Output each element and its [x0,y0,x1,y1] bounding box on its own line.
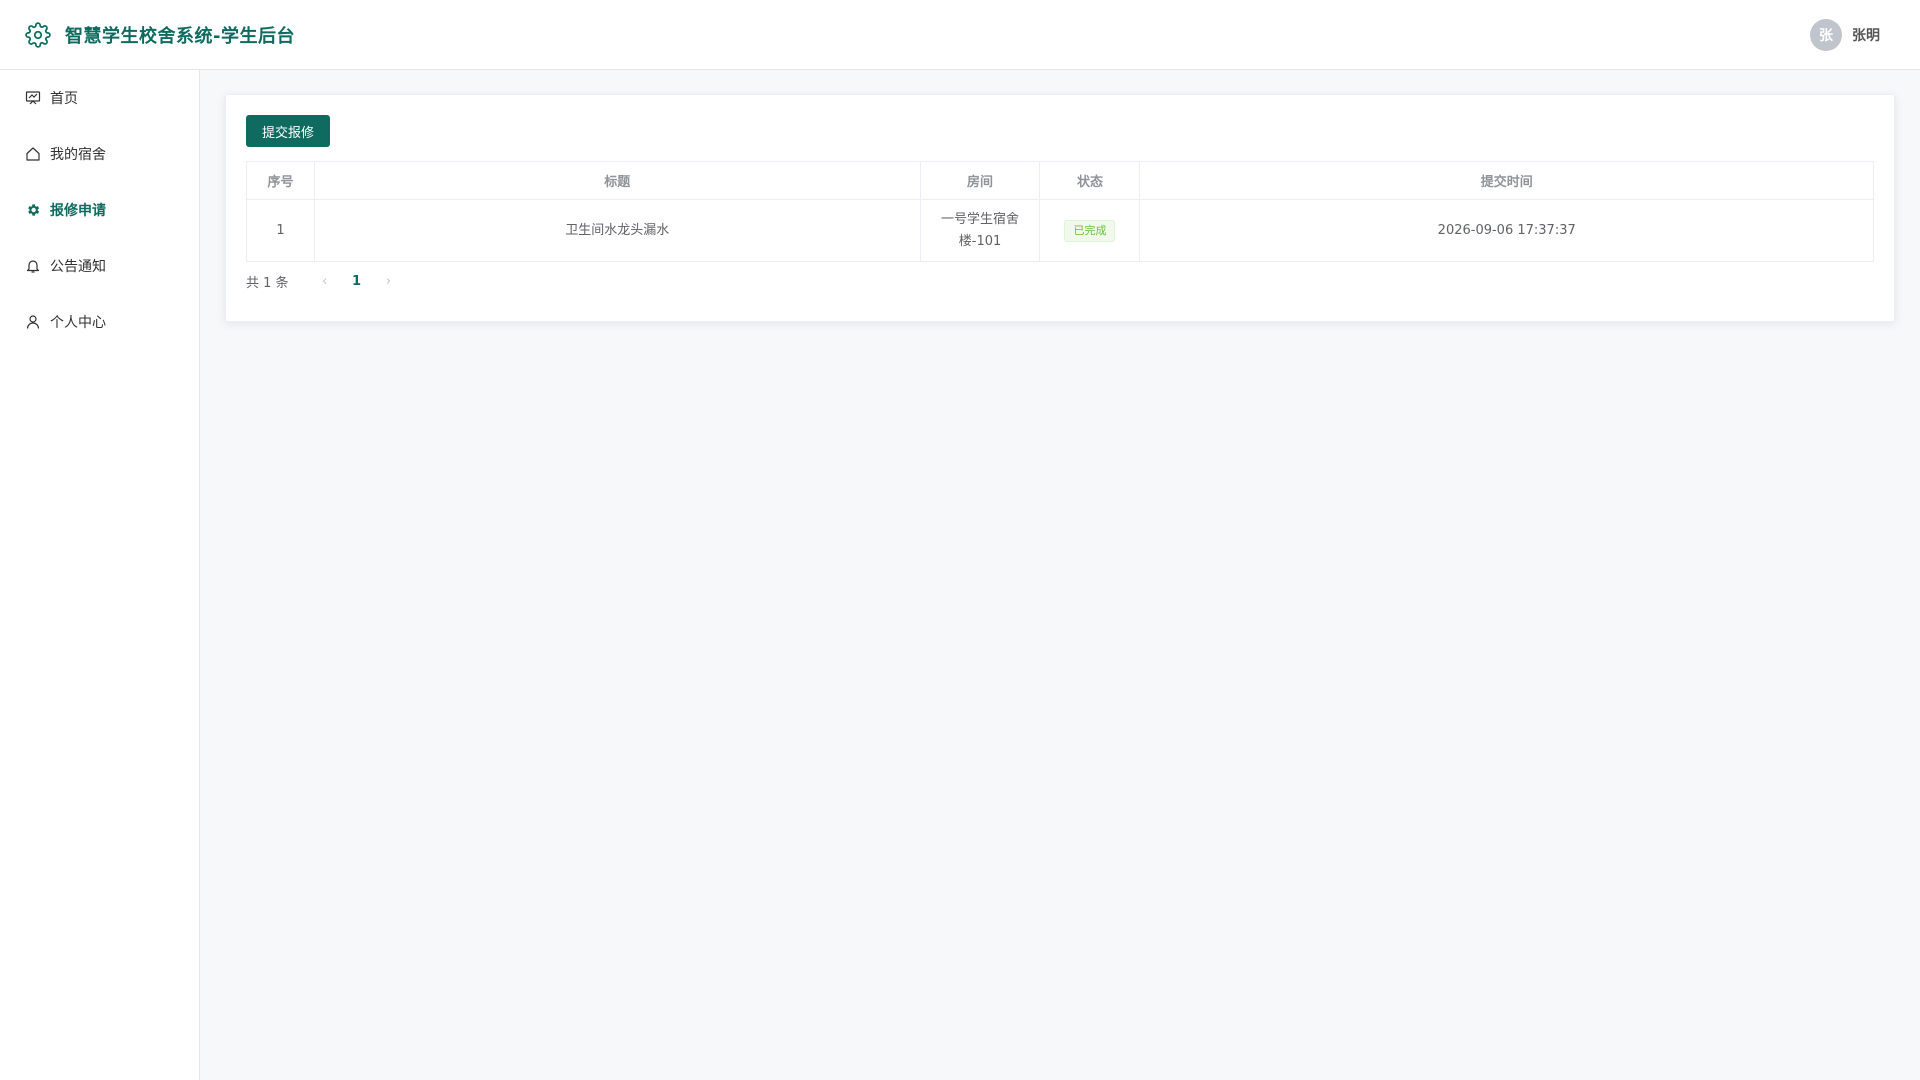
cell-index: 1 [246,199,315,262]
gear-icon [25,21,51,48]
pagination-total: 共 1 条 [246,276,289,291]
main-content: 提交报修 序号 标题 房间 状态 提交时间 1 卫生间水龙头漏水 一号学生宿舍 … [200,70,1920,1080]
bell-icon [24,257,42,275]
username[interactable]: 张明 [1852,25,1880,45]
submit-repair-button[interactable]: 提交报修 [246,115,331,147]
page-number[interactable]: 1 [341,274,373,289]
app-title: 智慧学生校舍系统-学生后台 [65,25,295,47]
sidebar-item-label: 个人中心 [50,315,106,331]
cell-time: 2026-09-06 17:37:37 [1139,199,1874,262]
table-header-row: 序号 标题 房间 状态 提交时间 [246,161,1874,200]
sidebar-item-label: 报修申请 [50,203,106,219]
sidebar: 首页 我的宿舍 报修申请 公告通知 个人中心 [0,70,200,1080]
cell-room: 一号学生宿舍 楼-101 [919,199,1041,262]
column-header-title[interactable]: 标题 [313,161,921,200]
sidebar-item-profile[interactable]: 个人中心 [0,294,199,350]
sidebar-item-home[interactable]: 首页 [0,70,199,126]
repair-table: 序号 标题 房间 状态 提交时间 1 卫生间水龙头漏水 一号学生宿舍 楼-101 [246,161,1874,262]
top-header: 智慧学生校舍系统-学生后台 张 张明 [0,0,1920,70]
brand: 智慧学生校舍系统-学生后台 [25,21,295,48]
sidebar-item-label: 公告通知 [50,259,106,275]
sidebar-item-label: 首页 [50,91,78,107]
sidebar-item-label: 我的宿舍 [50,147,106,163]
user-icon [24,313,42,331]
repair-card: 提交报修 序号 标题 房间 状态 提交时间 1 卫生间水龙头漏水 一号学生宿舍 … [225,94,1895,322]
next-page-icon[interactable]: › [373,274,405,289]
table-row[interactable]: 1 卫生间水龙头漏水 一号学生宿舍 楼-101 已完成 2026-09-06 1… [246,199,1874,262]
cell-status: 已完成 [1039,199,1141,262]
column-header-time[interactable]: 提交时间 [1139,161,1874,200]
presentation-icon [24,89,42,107]
prev-page-icon[interactable]: ‹ [309,274,341,289]
gear-icon [24,201,42,219]
user-menu[interactable]: 张 张明 [1810,18,1880,51]
sidebar-item-repair[interactable]: 报修申请 [0,182,199,238]
column-header-room[interactable]: 房间 [919,161,1041,200]
pagination: 共 1 条 ‹ 1 › [246,272,1874,291]
room-line: 楼-101 [958,233,1002,249]
column-header-index[interactable]: 序号 [246,161,315,200]
sidebar-item-notices[interactable]: 公告通知 [0,238,199,294]
sidebar-item-my-dorm[interactable]: 我的宿舍 [0,126,199,182]
room-line: 一号学生宿舍 [941,211,1020,227]
home-icon [24,145,42,163]
column-header-status[interactable]: 状态 [1039,161,1141,200]
status-badge: 已完成 [1064,219,1116,242]
cell-title: 卫生间水龙头漏水 [313,199,921,262]
avatar[interactable]: 张 [1810,18,1842,51]
